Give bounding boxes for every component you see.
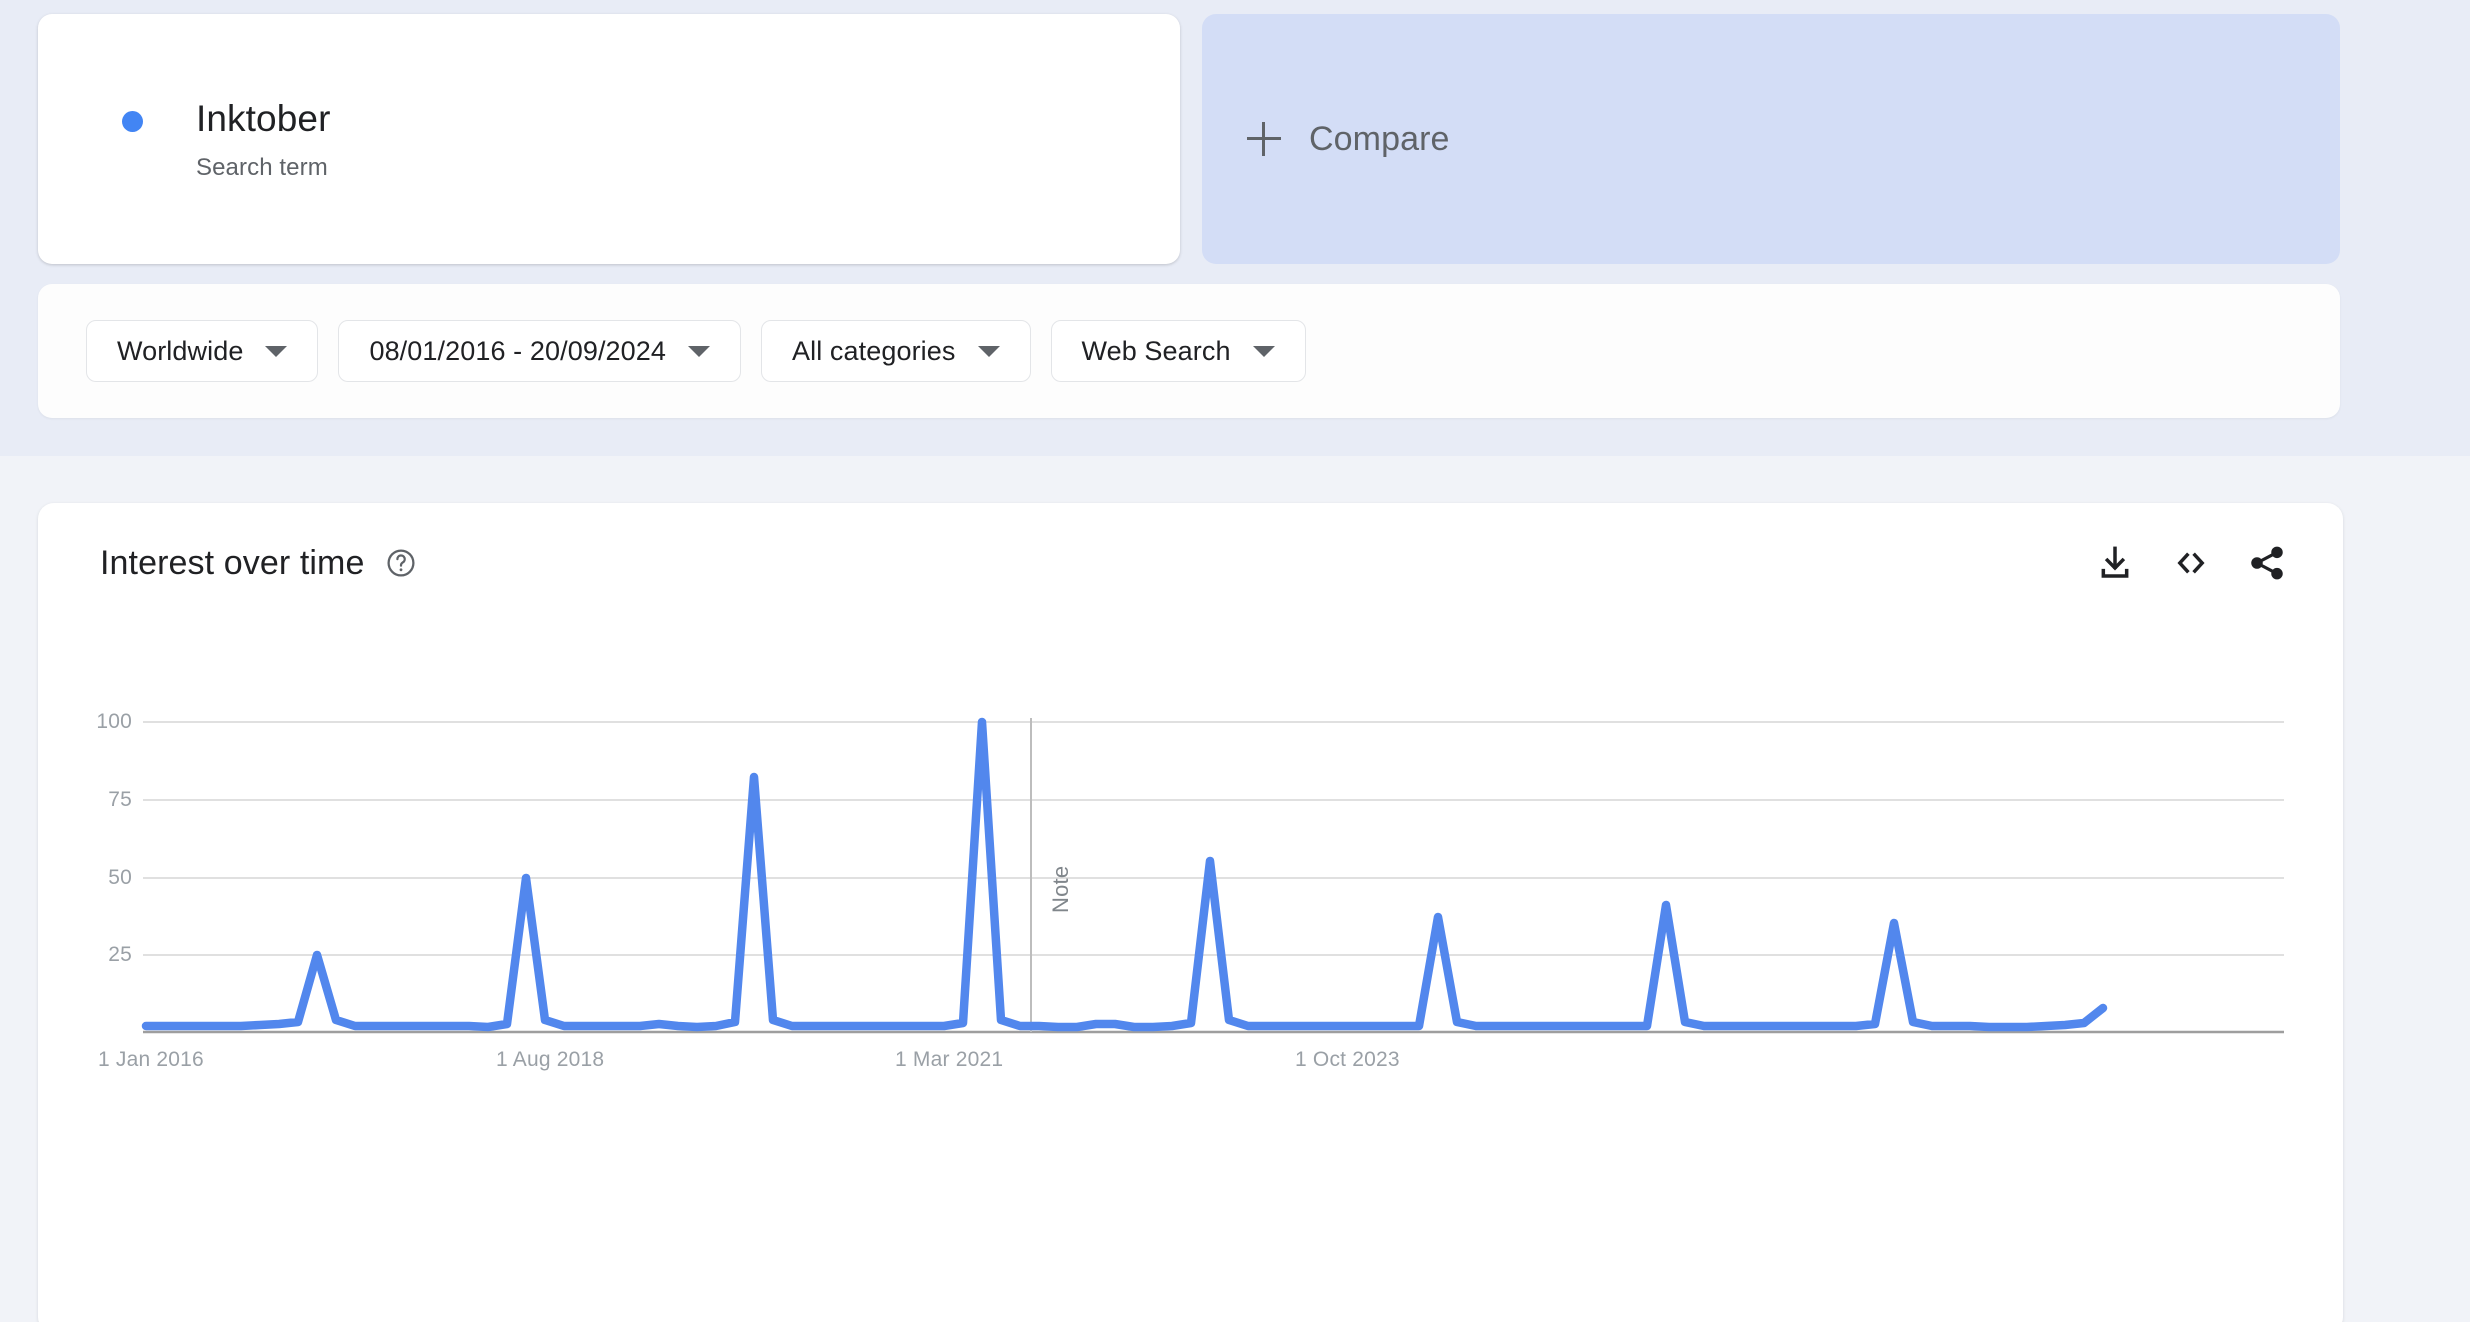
chevron-down-icon (688, 345, 711, 357)
chevron-down-icon (977, 345, 1000, 357)
search-term-content: Inktober Search term (122, 96, 331, 183)
filter-location[interactable]: Worldwide (86, 320, 319, 382)
plus-icon (1247, 122, 1281, 156)
chart-plot-area[interactable]: 100 75 50 25 1 Jan 2016 1 Aug 2018 1 Mar… (38, 503, 2343, 1322)
filter-date-range[interactable]: 08/01/2016 - 20/09/2024 (338, 320, 742, 382)
series-line-inktober (141, 717, 2108, 1032)
note-annotation-label[interactable]: Note (1048, 866, 1074, 913)
search-term-type-label: Search term (196, 153, 328, 181)
filter-bar: Worldwide 08/01/2016 - 20/09/2024 All ca… (38, 284, 2340, 418)
y-tick-label: 50 (108, 866, 132, 889)
interest-over-time-line-chart (141, 717, 2284, 1034)
search-terms-row: Inktober Search term Compare (38, 14, 2340, 264)
filter-category-label: All categories (792, 335, 956, 366)
filter-search-type[interactable]: Web Search (1050, 320, 1306, 382)
compare-label: Compare (1309, 119, 1450, 158)
x-tick-label: 1 Oct 2023 (1295, 1048, 1400, 1071)
filter-search-type-label: Web Search (1081, 335, 1231, 366)
x-tick-label: 1 Mar 2021 (895, 1048, 1004, 1071)
filter-location-label: Worldwide (117, 335, 244, 366)
search-term-card[interactable]: Inktober Search term (38, 14, 1180, 264)
filter-category[interactable]: All categories (761, 320, 1031, 382)
compare-button[interactable]: Compare (1202, 14, 2340, 264)
x-tick-label: 1 Jan 2016 (98, 1048, 204, 1071)
y-tick-label: 75 (108, 788, 132, 811)
x-tick-label: 1 Aug 2018 (496, 1048, 605, 1071)
series-color-dot-icon (122, 110, 143, 132)
filter-date-range-label: 08/01/2016 - 20/09/2024 (369, 335, 667, 366)
search-term-title: Inktober (196, 97, 331, 139)
chevron-down-icon (1252, 345, 1275, 357)
chevron-down-icon (265, 345, 288, 357)
y-tick-label: 100 (96, 710, 132, 733)
y-tick-label: 25 (108, 943, 132, 966)
interest-over-time-card: Interest over time 100 75 50 25 1 Jan 20… (38, 503, 2343, 1322)
